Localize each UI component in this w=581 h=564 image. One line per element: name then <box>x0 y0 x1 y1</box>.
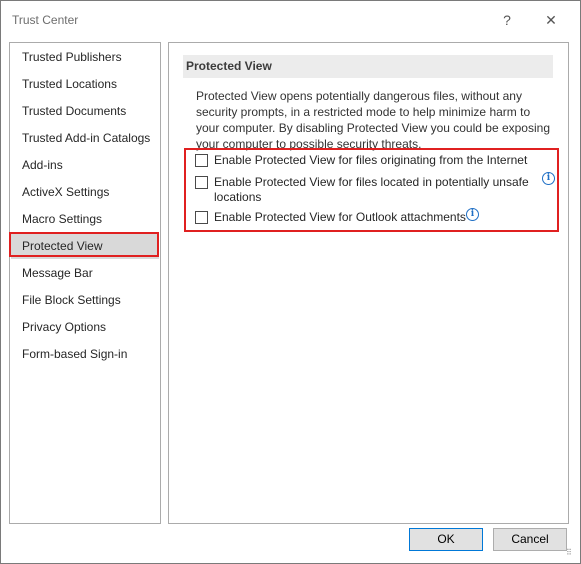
outlook-attachments-checkbox[interactable] <box>195 211 208 224</box>
unsafe-locations-info-icon[interactable]: i <box>542 172 555 185</box>
unsafe-locations-label-line2: locations <box>214 190 262 204</box>
unsafe-locations-label: Enable Protected View for files located … <box>214 175 529 189</box>
help-icon: ? <box>503 12 511 28</box>
title-bar: Trust Center ? ✕ <box>1 1 580 39</box>
help-button[interactable]: ? <box>493 9 521 31</box>
unsafe-locations-checkbox[interactable] <box>195 176 208 189</box>
section-description: Protected View opens potentially dangero… <box>196 89 550 151</box>
sidebar-item-trusted-publishers[interactable]: Trusted Publishers <box>11 44 159 70</box>
sidebar-item-privacy-options[interactable]: Privacy Options <box>11 314 159 340</box>
cancel-button[interactable]: Cancel <box>493 528 567 551</box>
outlook-attachments-label: Enable Protected View for Outlook attach… <box>214 210 466 224</box>
sidebar-item-protected-view[interactable]: Protected View <box>11 233 159 259</box>
window-title: Trust Center <box>12 13 79 27</box>
sidebar-item-trusted-locations[interactable]: Trusted Locations <box>11 71 159 97</box>
sidebar-item-trusted-addin-catalogs[interactable]: Trusted Add-in Catalogs <box>11 125 159 151</box>
resize-grip-icon[interactable]: ⠿ <box>566 549 576 560</box>
close-icon: ✕ <box>545 11 557 28</box>
outlook-attachments-info-icon[interactable]: i <box>466 208 479 221</box>
sidebar-item-trusted-documents[interactable]: Trusted Documents <box>11 98 159 124</box>
sidebar-item-add-ins[interactable]: Add-ins <box>11 152 159 178</box>
section-title: Protected View <box>183 55 553 78</box>
content-panel: Protected View Protected View opens pote… <box>168 42 569 524</box>
sidebar-item-macro-settings[interactable]: Macro Settings <box>11 206 159 232</box>
internet-files-checkbox[interactable] <box>195 154 208 167</box>
sidebar-item-file-block-settings[interactable]: File Block Settings <box>11 287 159 313</box>
ok-button[interactable]: OK <box>409 528 483 551</box>
sidebar-nav: Trusted Publishers Trusted Locations Tru… <box>9 42 161 524</box>
sidebar-item-form-based-sign-in[interactable]: Form-based Sign-in <box>11 341 159 367</box>
internet-files-label: Enable Protected View for files originat… <box>214 153 528 167</box>
sidebar-item-activex-settings[interactable]: ActiveX Settings <box>11 179 159 205</box>
close-button[interactable]: ✕ <box>537 9 565 31</box>
sidebar-item-message-bar[interactable]: Message Bar <box>11 260 159 286</box>
